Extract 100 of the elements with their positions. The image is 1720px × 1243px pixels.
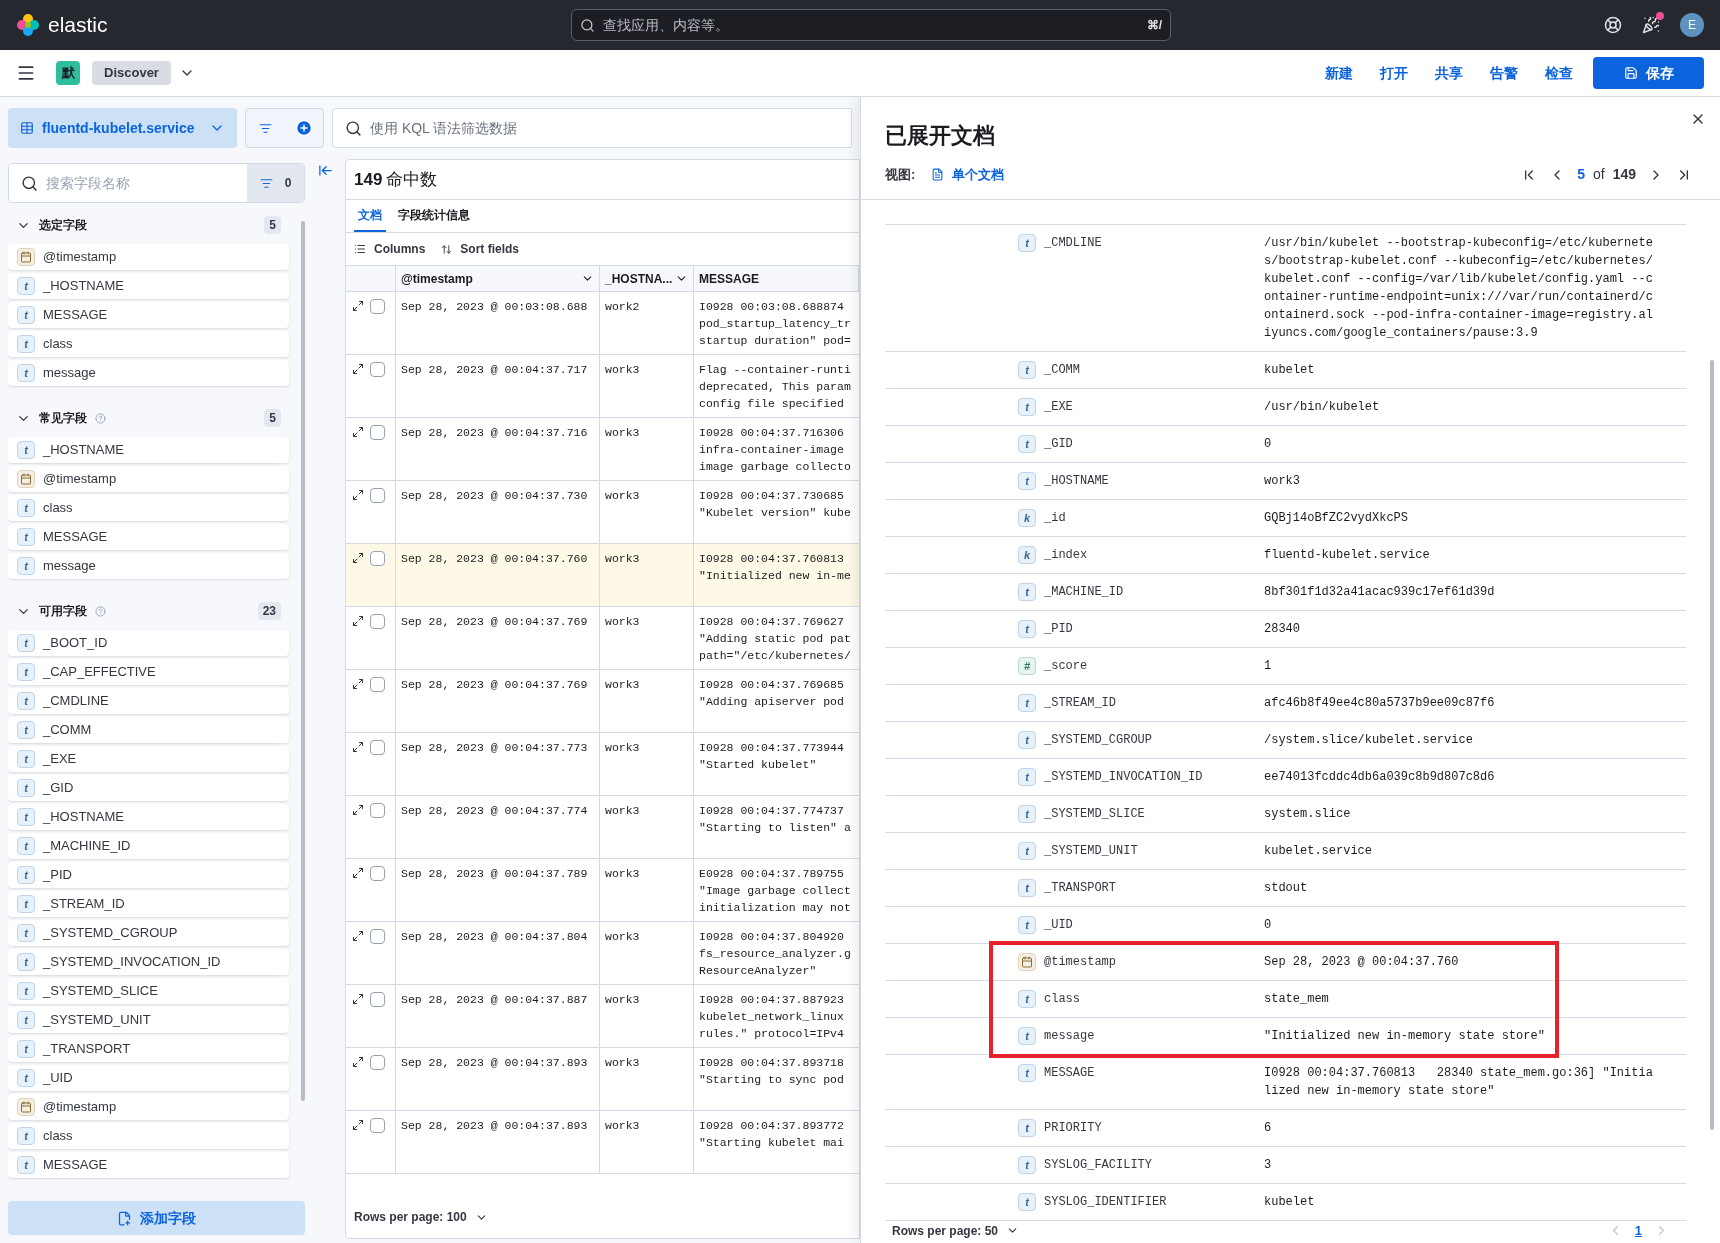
field-item[interactable]: t _GID [8, 775, 289, 801]
row-checkbox[interactable] [370, 803, 385, 818]
scrollbar[interactable] [301, 221, 305, 1101]
data-view-picker[interactable]: fluentd-kubelet.service [8, 108, 237, 148]
expand-icon[interactable] [352, 930, 364, 942]
header-link[interactable]: 新建 [1325, 62, 1353, 84]
menu-icon[interactable] [16, 63, 36, 83]
table-row[interactable]: Sep 28, 2023 @ 00:04:37.760 work3 I0928 00:04:37.760813 "Initialized new in-me [346, 544, 859, 607]
header-link[interactable]: 共享 [1435, 62, 1463, 84]
field-item[interactable]: @timestamp [8, 1094, 289, 1120]
field-item[interactable]: t _CMDLINE [8, 688, 289, 714]
column-header[interactable]: MESSAGE [694, 266, 859, 291]
page-link[interactable]: 1 [1634, 1221, 1642, 1241]
results-tab[interactable]: 字段统计信息 [394, 206, 474, 232]
expand-icon[interactable] [352, 615, 364, 627]
column-header[interactable]: _HOSTNA... [600, 266, 694, 291]
expand-icon[interactable] [352, 804, 364, 816]
field-item[interactable]: t MESSAGE [8, 524, 289, 550]
query-field[interactable]: 使用 KQL 语法筛选数据 [332, 108, 852, 148]
row-checkbox[interactable] [370, 425, 385, 440]
expand-icon[interactable] [352, 363, 364, 375]
table-row[interactable]: Sep 28, 2023 @ 00:04:37.716 work3 I0928 00:04:37.716306 infra-container-image image garbage collecto [346, 418, 859, 481]
row-checkbox[interactable] [370, 551, 385, 566]
field-item[interactable]: t _HOSTNAME [8, 273, 289, 299]
breadcrumb[interactable]: Discover [92, 61, 171, 85]
header-link[interactable]: 检查 [1545, 62, 1573, 84]
row-checkbox[interactable] [370, 1055, 385, 1070]
field-item[interactable]: t _COMM [8, 717, 289, 743]
filter-icon[interactable] [259, 122, 272, 135]
toolbar-button[interactable]: Sort fields [441, 240, 520, 258]
expand-icon[interactable] [352, 300, 364, 312]
add-field-button[interactable]: 添加字段 [8, 1201, 305, 1235]
field-item[interactable]: t _HOSTNAME [8, 437, 289, 463]
save-button[interactable]: 保存 [1593, 57, 1704, 89]
view-mode-link[interactable]: 单个文档 [931, 164, 1005, 185]
field-item[interactable]: t message [8, 553, 289, 579]
table-row[interactable]: Sep 28, 2023 @ 00:04:37.789 work3 E0928 00:04:37.789755 "Image garbage collect initialization may not [346, 859, 859, 922]
search-field[interactable]: 查找应用、内容等。 ⌘/ [571, 9, 1171, 41]
field-item[interactable]: t _EXE [8, 746, 289, 772]
table-row[interactable]: Sep 28, 2023 @ 00:04:37.887 work3 I0928 00:04:37.887923 kubelet_network_linux rules." protocol=IPv4 [346, 985, 859, 1048]
column-header[interactable]: @timestamp [396, 266, 600, 291]
expand-icon[interactable] [352, 867, 364, 879]
expand-icon[interactable] [352, 489, 364, 501]
row-checkbox[interactable] [370, 362, 385, 377]
field-item[interactable]: t _CAP_EFFECTIVE [8, 659, 289, 685]
field-item[interactable]: t _SYSTEMD_UNIT [8, 1007, 289, 1033]
field-item[interactable]: t _SYSTEMD_INVOCATION_ID [8, 949, 289, 975]
field-item[interactable]: @timestamp [8, 466, 289, 492]
field-item[interactable]: t class [8, 331, 289, 357]
field-item[interactable]: t _TRANSPORT [8, 1036, 289, 1062]
row-checkbox[interactable] [370, 299, 385, 314]
row-checkbox[interactable] [370, 929, 385, 944]
row-checkbox[interactable] [370, 614, 385, 629]
table-row[interactable]: Sep 28, 2023 @ 00:04:37.769 work3 I0928 00:04:37.769685 "Adding apiserver pod [346, 670, 859, 733]
field-item[interactable]: t _MACHINE_ID [8, 833, 289, 859]
results-tab[interactable]: 文档 [354, 206, 386, 232]
table-row[interactable]: Sep 28, 2023 @ 00:04:37.774 work3 I0928 00:04:37.774737 "Starting to listen" a [346, 796, 859, 859]
row-checkbox[interactable] [370, 1118, 385, 1133]
header-link[interactable]: 打开 [1380, 62, 1408, 84]
table-row[interactable]: Sep 28, 2023 @ 00:04:37.717 work3 Flag --container-runti deprecated, This param config file specified [346, 355, 859, 418]
field-item[interactable]: t _HOSTNAME [8, 804, 289, 830]
row-checkbox[interactable] [370, 740, 385, 755]
table-row[interactable]: Sep 28, 2023 @ 00:04:37.804 work3 I0928 00:04:37.804920 fs_resource_analyzer.g ResourceAnalyzer" [346, 922, 859, 985]
rows-per-page[interactable]: Rows per page: 100 [354, 1208, 488, 1226]
table-row[interactable]: Sep 28, 2023 @ 00:03:08.688 work2 I0928 00:03:08.688874 pod_startup_latency_tr startup duration" pod= [346, 292, 859, 355]
row-checkbox[interactable] [370, 488, 385, 503]
expand-icon[interactable] [352, 1119, 364, 1131]
table-row[interactable]: Sep 28, 2023 @ 00:04:37.773 work3 I0928 00:04:37.773944 "Started kubelet" [346, 733, 859, 796]
field-item[interactable]: t MESSAGE [8, 1152, 289, 1178]
field-item[interactable]: t _SYSTEMD_CGROUP [8, 920, 289, 946]
space-avatar[interactable]: 默 [56, 61, 80, 85]
expand-icon[interactable] [352, 678, 364, 690]
field-item[interactable]: t _PID [8, 862, 289, 888]
table-row[interactable]: Sep 28, 2023 @ 00:04:37.893 work3 I0928 00:04:37.893772 "Starting kubelet mai [346, 1111, 859, 1174]
expand-icon[interactable] [352, 741, 364, 753]
field-item[interactable]: t class [8, 1123, 289, 1149]
rows-per-page[interactable]: Rows per page: 50 [892, 1221, 1020, 1240]
row-checkbox[interactable] [370, 992, 385, 1007]
table-row[interactable]: Sep 28, 2023 @ 00:04:37.730 work3 I0928 00:04:37.730685 "Kubelet version" kube [346, 481, 859, 544]
field-item[interactable]: t _BOOT_ID [8, 630, 289, 656]
table-row[interactable]: Sep 28, 2023 @ 00:04:37.769 work3 I0928 00:04:37.769627 "Adding static pod pat path="/etc/kubernetes/ [346, 607, 859, 670]
field-item[interactable]: t MESSAGE [8, 302, 289, 328]
row-checkbox[interactable] [370, 866, 385, 881]
toolbar-button[interactable]: Columns [354, 240, 426, 258]
field-item[interactable]: t _UID [8, 1065, 289, 1091]
field-item[interactable]: @timestamp [8, 244, 289, 270]
current-document[interactable]: 5 [1577, 164, 1585, 185]
field-item[interactable]: t class [8, 495, 289, 521]
scrollbar[interactable] [1710, 360, 1714, 1130]
field-item[interactable]: t message [8, 360, 289, 386]
expand-icon[interactable] [352, 552, 364, 564]
field-item[interactable]: t _STREAM_ID [8, 891, 289, 917]
expand-icon[interactable] [352, 993, 364, 1005]
collapse-icon[interactable] [317, 163, 333, 178]
row-checkbox[interactable] [370, 677, 385, 692]
expand-icon[interactable] [352, 1056, 364, 1068]
add-filter-icon[interactable] [295, 119, 313, 137]
field-item[interactable]: t _SYSTEMD_SLICE [8, 978, 289, 1004]
table-row[interactable]: Sep 28, 2023 @ 00:04:37.893 work3 I0928 00:04:37.893718 "Starting to sync pod [346, 1048, 859, 1111]
header-link[interactable]: 告警 [1490, 62, 1518, 84]
